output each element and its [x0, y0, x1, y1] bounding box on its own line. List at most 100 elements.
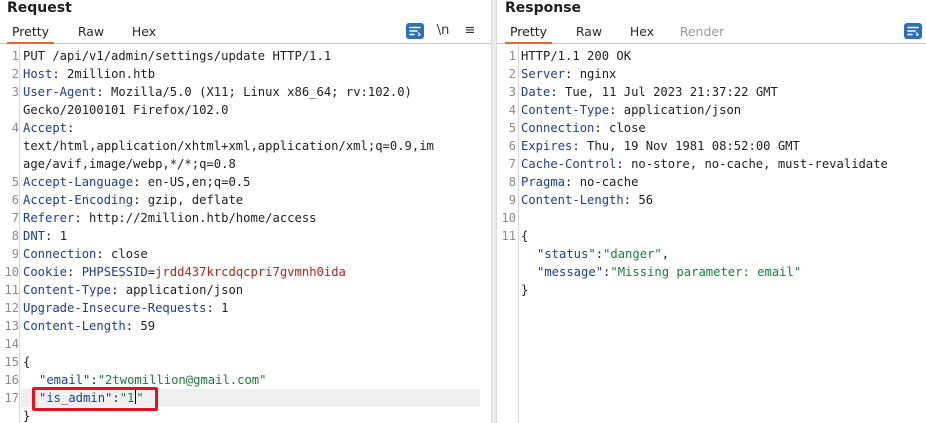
response-editor[interactable]: 1 2 3 4 5 6 7 8 9 10 11 HTTP/1.1 200 OK Server: ngi…	[497, 45, 926, 423]
header-value: close	[601, 121, 646, 135]
header-colon: :	[594, 121, 602, 135]
header-value: gzip, deflate	[140, 193, 244, 207]
header-value: close	[103, 247, 148, 261]
code-line: Content-Length: 56	[521, 191, 920, 209]
response-pane: Response Pretty Raw Hex Render 123456789…	[497, 0, 926, 423]
code-line: User-Agent: Mozilla/5.0 (X11; Linux x86_…	[23, 83, 485, 101]
header-value: no-cache	[572, 175, 639, 189]
line-number: 7	[508, 157, 516, 171]
code-text: age/avif,image/webp,*/*;q=0.8	[23, 157, 236, 171]
header-value: Mozilla/5.0 (X11; Linux x86_64; rv:102.0…	[103, 85, 412, 99]
header-value: Tue, 11 Jul 2023 21:37:22 GMT	[557, 85, 778, 99]
response-tab-render[interactable]: Render	[677, 23, 727, 44]
code-text: }	[23, 409, 31, 423]
line-number: 11	[501, 229, 516, 243]
header-value: application/json	[616, 103, 742, 117]
response-title: Response	[505, 0, 582, 16]
header-name: Expires	[521, 139, 573, 153]
response-pretty-format-icon[interactable]	[904, 23, 922, 39]
code-line: {	[23, 353, 485, 371]
json-colon: :	[90, 373, 98, 387]
header-name: Content-Type	[23, 283, 112, 297]
request-pretty-format-icon[interactable]	[406, 23, 424, 39]
json-colon: :	[595, 247, 604, 261]
line-number: 12	[4, 301, 19, 315]
header-name: Connection	[23, 247, 97, 261]
line-number: 9	[508, 193, 516, 207]
header-value: 2million.htb	[59, 67, 156, 81]
code-line: PUT /api/v1/admin/settings/update HTTP/1…	[23, 47, 485, 65]
code-line: Host: 2million.htb	[23, 65, 485, 83]
header-value: 59	[133, 319, 156, 333]
header-value: 1	[213, 301, 229, 315]
header-name: Host	[23, 67, 53, 81]
request-menu-icon[interactable]: ≡	[461, 23, 479, 39]
code-text: PUT /api/v1/admin/settings/update HTTP/1…	[23, 49, 332, 63]
request-editor[interactable]: 1 2 3 4 5 6 7 8 9 10 11 12 13 14 15 16 17 PUT /api/v1/ad…	[0, 45, 491, 423]
code-line: Cache-Control: no-store, no-cache, must-…	[521, 155, 920, 173]
code-line: text/html,application/xhtml+xml,applicat…	[23, 137, 485, 155]
response-tab-raw[interactable]: Raw	[570, 23, 608, 44]
line-number: 4	[508, 103, 516, 117]
code-line: Date: Tue, 11 Jul 2023 21:37:22 GMT	[521, 83, 920, 101]
header-colon: :	[52, 67, 60, 81]
header-value: application/json	[118, 283, 244, 297]
header-name: Server	[521, 67, 566, 81]
line-number: 11	[4, 283, 19, 297]
request-pane: Request Pretty Raw Hex \n ≡ 1 2 3 4 5 6 7 8 9 10 1…	[0, 0, 491, 423]
code-line: Upgrade-Insecure-Requests: 1	[23, 299, 485, 317]
header-name: Accept	[23, 121, 68, 135]
code-line: "message":"Missing parameter: email"	[521, 263, 920, 281]
line-number: 3	[508, 85, 516, 99]
line-number: 2	[11, 67, 19, 81]
code-line: Content-Length: 59	[23, 317, 485, 335]
code-line: Accept-Language: en-US,en;q=0.5	[23, 173, 485, 191]
header-colon: :	[125, 319, 134, 333]
code-line: {	[521, 227, 920, 245]
header-colon: :	[572, 139, 580, 153]
header-value: 56	[631, 193, 654, 207]
cookie-name: PHPSESSID	[81, 265, 148, 279]
code-line: Pragma: no-cache	[521, 173, 920, 191]
response-tab-pretty[interactable]: Pretty	[505, 23, 552, 44]
code-line: Expires: Thu, 19 Nov 1981 08:52:00 GMT	[521, 137, 920, 155]
code-line: Content-Type: application/json	[521, 101, 920, 119]
header-name: Accept-Language	[23, 175, 134, 189]
line-number: 5	[11, 175, 19, 189]
line-number: 6	[11, 193, 19, 207]
line-number: 2	[508, 67, 516, 81]
request-tab-raw[interactable]: Raw	[73, 23, 109, 44]
request-tab-pretty[interactable]: Pretty	[7, 23, 54, 44]
header-name: Upgrade-Insecure-Requests	[23, 301, 207, 315]
json-key: "email"	[39, 373, 91, 387]
header-name: Content-Type	[521, 103, 610, 117]
line-number: 10	[501, 211, 516, 225]
header-name: Cache-Control	[521, 157, 617, 171]
json-value: "danger"	[603, 247, 662, 261]
code-line: "status":"danger",	[521, 245, 920, 263]
header-colon: :	[74, 211, 82, 225]
request-newline-toggle[interactable]: \n	[434, 23, 452, 39]
header-value: Thu, 19 Nov 1981 08:52:00 GMT	[579, 139, 800, 153]
code-line: Gecko/20100101 Firefox/102.0	[23, 101, 485, 119]
line-number: 15	[4, 355, 19, 369]
header-colon: :	[206, 301, 214, 315]
code-line: }	[521, 281, 920, 299]
code-line: Server: nginx	[521, 65, 920, 83]
response-tabbar: Pretty Raw Hex Render	[497, 20, 926, 44]
code-line: Accept:	[23, 119, 485, 137]
response-gutter: 1 2 3 4 5 6 7 8 9 10 11	[497, 45, 519, 423]
header-name: Content-Length	[521, 193, 624, 207]
header-value: en-US,en;q=0.5	[140, 175, 251, 189]
line-number: 6	[508, 139, 516, 153]
header-name: Pragma	[521, 175, 566, 189]
header-value: http://2million.htb/home/access	[81, 211, 317, 225]
code-text: }	[521, 283, 529, 297]
request-tab-hex[interactable]: Hex	[127, 23, 161, 44]
header-value	[74, 265, 81, 279]
header-name: Date	[521, 85, 551, 99]
code-line: Content-Type: application/json	[23, 281, 485, 299]
response-tab-hex[interactable]: Hex	[625, 23, 659, 44]
